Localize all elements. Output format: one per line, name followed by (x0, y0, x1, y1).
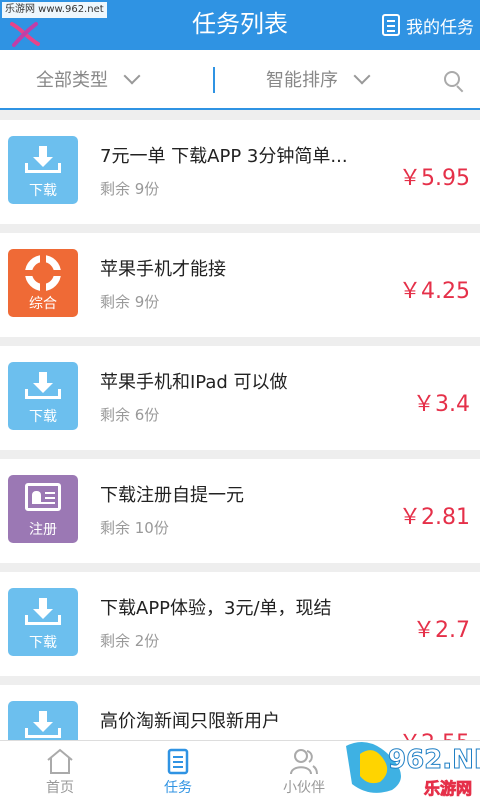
task-remaining: 剩余 9份 (100, 180, 160, 198)
task-remaining: 剩余 2份 (100, 632, 160, 650)
type-filter-label: 全部类型 (36, 70, 108, 91)
brand-watermark-logo: 962.NET 乐游网 (346, 742, 480, 798)
chevron-down-icon (123, 67, 141, 85)
task-title: 下载APP体验，3元/单，现结 (100, 598, 332, 619)
download-icon: 下载 (8, 136, 78, 204)
svg-text:962.NET: 962.NET (388, 745, 480, 775)
task-remaining: 剩余 9份 (100, 293, 160, 311)
task-list: 下载 7元一单 下载APP 3分钟简单... 剩余 9份 ￥5.95 综合 苹果… (0, 110, 480, 740)
clipboard-icon (382, 14, 400, 36)
task-row[interactable]: 下载 苹果手机和IPad 可以做 剩余 6份 ￥3.4 (0, 346, 480, 450)
download-icon: 下载 (8, 701, 78, 740)
task-title: 高价淘新闻只限新用户 (100, 711, 280, 732)
tab-label: 首页 (46, 780, 74, 796)
filter-bar: 全部类型 智能排序 (0, 50, 480, 110)
id-card-icon: 注册 (8, 475, 78, 543)
chevron-down-icon (353, 67, 371, 85)
task-title: 下载注册自提一元 (100, 485, 244, 506)
task-price: ￥4.25 (399, 279, 470, 304)
task-title: 苹果手机和IPad 可以做 (100, 372, 288, 393)
task-remaining: 剩余 6份 (100, 406, 160, 424)
filter-divider (213, 67, 215, 93)
app-header: 乐游网 www.962.net 任务列表 我的任务 (0, 0, 480, 50)
type-filter-dropdown[interactable]: 全部类型 (36, 50, 141, 108)
svg-text:乐游网: 乐游网 (424, 779, 472, 798)
task-icon-label: 注册 (29, 522, 57, 538)
task-price: ￥2.81 (399, 505, 470, 530)
task-price: ￥3.4 (413, 392, 470, 417)
task-row[interactable]: 下载 7元一单 下载APP 3分钟简单... 剩余 9份 ￥5.95 (0, 120, 480, 224)
task-row[interactable]: 下载 下载APP体验，3元/单，现结 剩余 2份 ￥2.7 (0, 572, 480, 676)
download-icon: 下载 (8, 362, 78, 430)
sort-dropdown[interactable]: 智能排序 (266, 50, 371, 108)
my-tasks-button[interactable]: 我的任务 (382, 0, 474, 50)
tab-home[interactable]: 首页 (0, 741, 120, 800)
tab-tasks[interactable]: 任务 (118, 741, 238, 800)
task-icon-label: 综合 (29, 296, 57, 312)
task-icon (167, 748, 189, 775)
friends-icon (290, 749, 318, 775)
download-icon: 下载 (8, 588, 78, 656)
task-icon-label: 下载 (29, 183, 57, 199)
search-icon[interactable] (444, 71, 464, 93)
task-price: ￥2.7 (413, 618, 470, 643)
task-icon-label: 下载 (29, 409, 57, 425)
sort-label: 智能排序 (266, 70, 338, 91)
task-price: ￥5.95 (399, 166, 470, 191)
tab-label: 任务 (164, 780, 192, 796)
task-row[interactable]: 综合 苹果手机才能接 剩余 9份 ￥4.25 (0, 233, 480, 337)
task-remaining: 剩余 10份 (100, 519, 169, 537)
lifebuoy-icon: 综合 (8, 249, 78, 317)
task-row[interactable]: 注册 下载注册自提一元 剩余 10份 ￥2.81 (0, 459, 480, 563)
my-tasks-label: 我的任务 (406, 17, 474, 38)
task-title: 苹果手机才能接 (100, 259, 226, 280)
task-icon-label: 下载 (29, 635, 57, 651)
home-icon (47, 748, 73, 774)
task-title: 7元一单 下载APP 3分钟简单... (100, 146, 348, 167)
